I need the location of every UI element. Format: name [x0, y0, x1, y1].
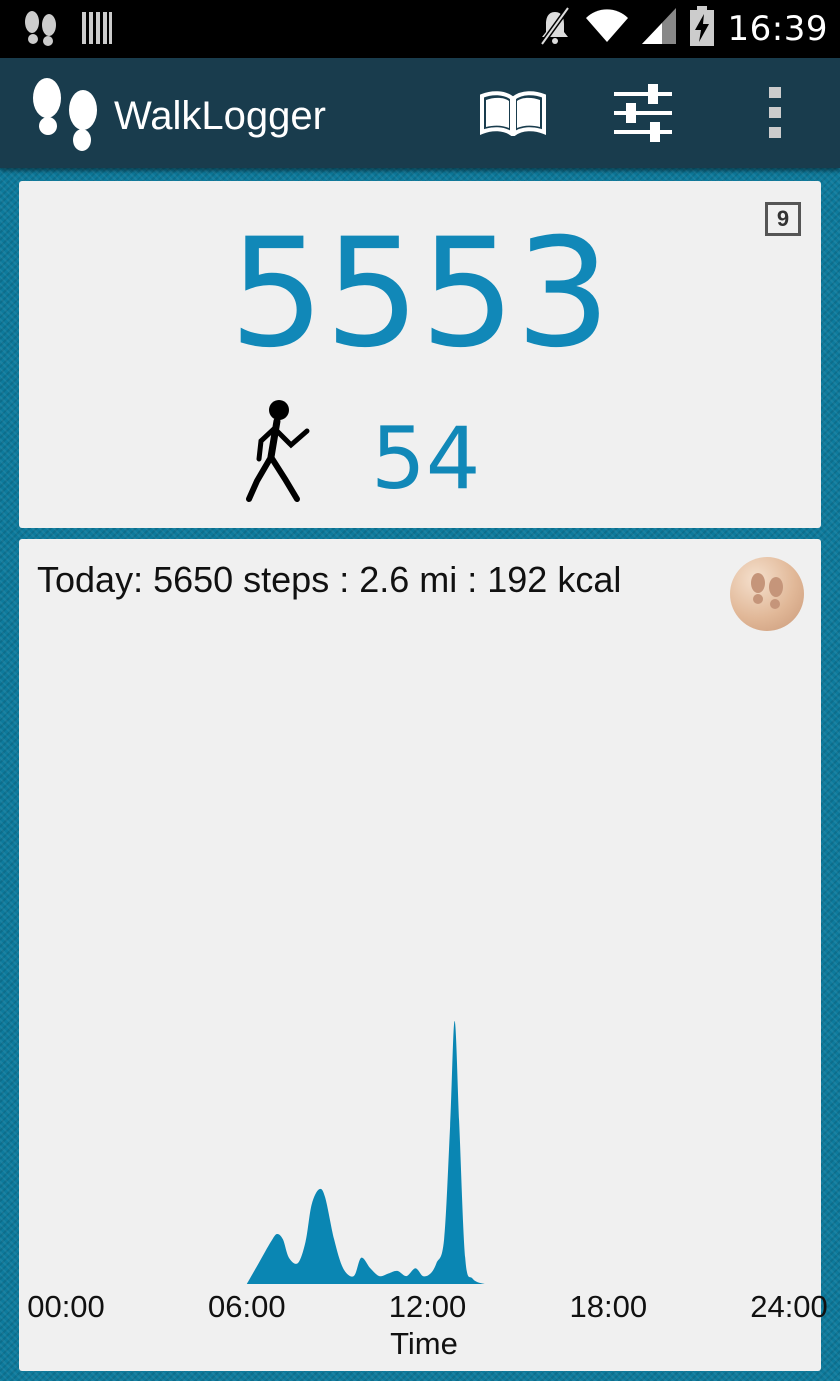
- overflow-menu-icon: [768, 86, 782, 144]
- barcode-icon: [82, 10, 112, 51]
- wifi-icon: [585, 8, 628, 49]
- walker-icon: [241, 399, 337, 510]
- book-icon: [478, 90, 548, 141]
- footprints-icon: [22, 10, 60, 51]
- x-tick-label: 00:00: [27, 1289, 105, 1324]
- x-axis-label: Time: [390, 1326, 458, 1361]
- step-counter-card: 5553 9 54: [19, 181, 821, 528]
- daily-chart-card: Today: 5650 steps : 2.6 mi : 192 kcal 00…: [19, 539, 828, 1371]
- settings-sliders-button[interactable]: [608, 83, 678, 147]
- footprints-logo-icon: [28, 78, 104, 159]
- x-tick-label: 06:00: [208, 1289, 286, 1324]
- x-tick-label: 18:00: [569, 1289, 648, 1324]
- app-bar: WalkLogger: [0, 58, 840, 168]
- signal-icon: [641, 8, 676, 49]
- battery-charging-icon: [689, 6, 714, 51]
- sliders-icon: [612, 83, 674, 147]
- counter-badge[interactable]: 9: [765, 202, 801, 236]
- status-bar: 16:39: [0, 0, 840, 58]
- book-button[interactable]: [478, 86, 548, 144]
- clock: 16:39: [727, 8, 828, 49]
- overflow-menu-button[interactable]: [740, 86, 810, 144]
- x-tick-label: 24:00: [750, 1289, 828, 1324]
- steps-chart: [246, 1020, 485, 1284]
- steps-area-series: [246, 1020, 485, 1284]
- step-count: 5553: [229, 207, 611, 381]
- cadence-value: 54: [371, 409, 481, 509]
- mute-icon: [538, 6, 572, 51]
- x-tick-label: 12:00: [388, 1289, 467, 1324]
- app-title: WalkLogger: [114, 94, 326, 138]
